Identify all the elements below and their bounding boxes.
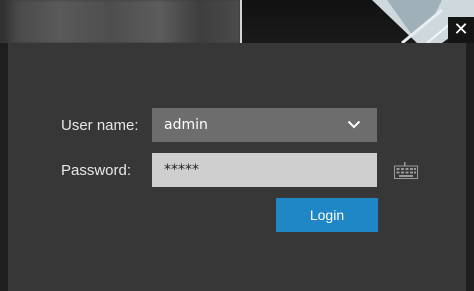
username-value: admin [164, 117, 208, 133]
username-label: User name: [61, 117, 139, 134]
login-button[interactable]: Login [276, 198, 378, 232]
keyboard-icon[interactable] [394, 162, 418, 179]
username-select[interactable]: admin [152, 108, 377, 142]
close-button[interactable]: ✕ [448, 17, 474, 43]
chevron-down-icon [347, 120, 361, 129]
login-dialog: User name: admin Password: Login [8, 43, 466, 291]
background-image-left [0, 0, 240, 43]
background-video-strip [0, 0, 474, 43]
background-graphic [372, 0, 474, 43]
close-icon: ✕ [453, 19, 469, 40]
password-field[interactable] [152, 153, 377, 187]
password-label: Password: [61, 162, 132, 179]
